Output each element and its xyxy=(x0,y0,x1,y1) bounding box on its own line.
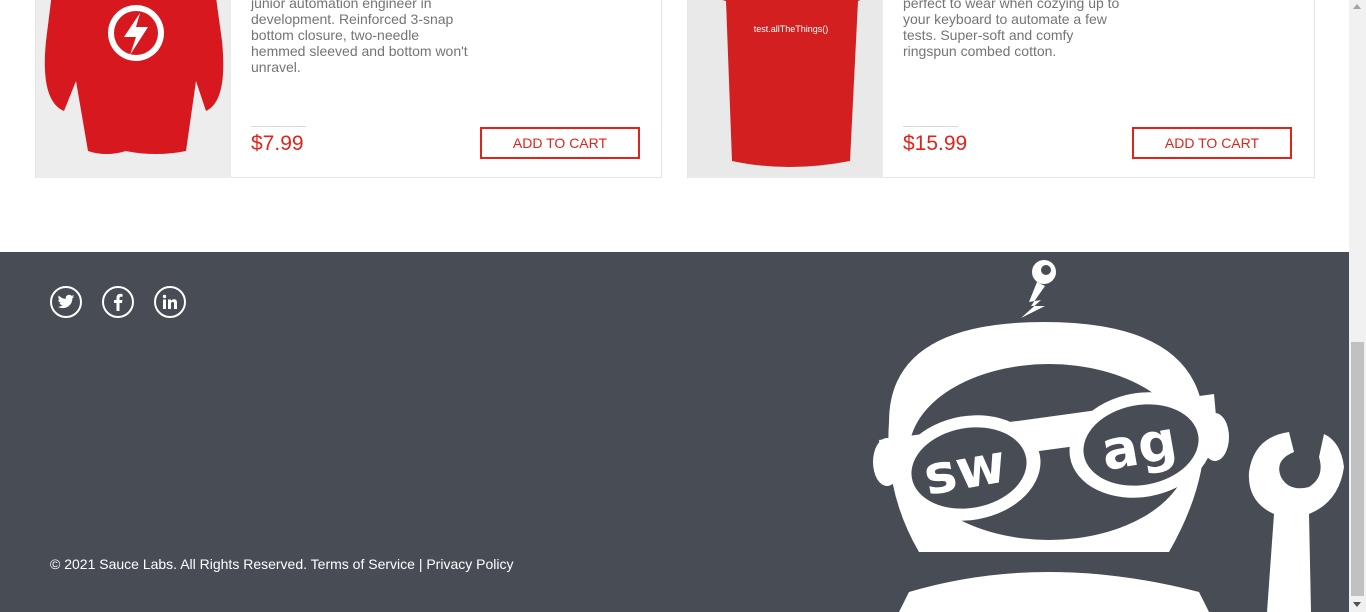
terms-of-service-link[interactable]: Terms of Service xyxy=(311,556,415,572)
scrollbar[interactable] xyxy=(1349,0,1366,612)
add-to-cart-button[interactable]: ADD TO CART xyxy=(480,127,640,159)
product-description: perfect to wear when cozying up to your … xyxy=(903,0,1120,59)
privacy-policy-link[interactable]: Privacy Policy xyxy=(426,556,513,572)
scrollbar-thumb[interactable] xyxy=(1351,342,1364,596)
page: junior automation engineer in developmen… xyxy=(0,0,1349,612)
product-card: junior automation engineer in developmen… xyxy=(35,0,662,178)
product-price: $7.99 xyxy=(251,132,304,155)
scroll-down-icon[interactable] xyxy=(1353,602,1361,607)
twitter-icon[interactable] xyxy=(50,286,82,318)
mascot-text-ag: ag xyxy=(1096,408,1181,483)
product-image-tshirt[interactable]: test.allTheThings() xyxy=(688,0,883,178)
footer-divider: | xyxy=(418,556,423,572)
copyright-text: © 2021 Sauce Labs. All Rights Reserved. xyxy=(50,556,308,572)
footer: © 2021 Sauce Labs. All Rights Reserved. … xyxy=(0,252,1349,612)
shirt-print-text: test.allTheThings() xyxy=(754,24,829,34)
price-divider xyxy=(251,126,306,127)
swag-robot-mascot: sw ag xyxy=(873,260,1344,612)
price-divider xyxy=(903,126,958,127)
add-to-cart-button[interactable]: ADD TO CART xyxy=(1132,127,1292,159)
scroll-up-icon[interactable] xyxy=(1353,4,1361,9)
linkedin-icon[interactable] xyxy=(154,286,186,318)
product-price: $15.99 xyxy=(903,132,968,155)
product-card: test.allTheThings() perfect to wear when… xyxy=(687,0,1315,178)
product-image-onesie[interactable] xyxy=(36,0,231,178)
footer-copyright: © 2021 Sauce Labs. All Rights Reserved. … xyxy=(50,556,513,572)
facebook-icon[interactable] xyxy=(102,286,134,318)
product-description: junior automation engineer in developmen… xyxy=(251,0,468,75)
